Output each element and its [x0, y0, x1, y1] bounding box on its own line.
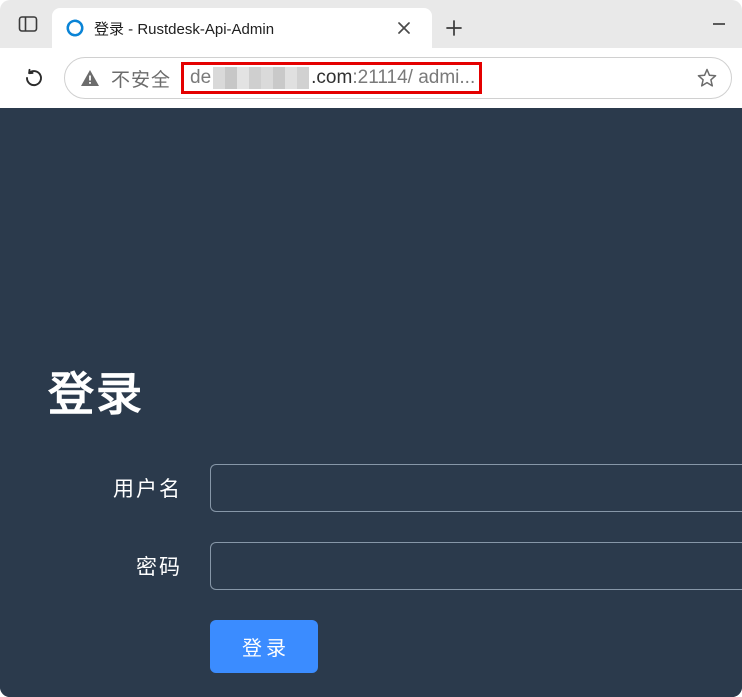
url-redacted-region [213, 67, 309, 89]
address-bar[interactable]: 不安全 de .com :21114 / admi... [64, 57, 732, 99]
not-secure-icon [79, 68, 101, 88]
url-port: :21114 [352, 67, 407, 89]
password-input[interactable] [210, 542, 742, 590]
url-prefix: de [190, 67, 211, 89]
browser-toolbar: 不安全 de .com :21114 / admi... [0, 48, 742, 108]
url-highlight-box: de .com :21114 / admi... [181, 62, 482, 94]
login-heading: 登录 [48, 358, 742, 424]
favorite-button[interactable] [691, 62, 723, 94]
new-tab-button[interactable] [432, 8, 476, 48]
close-icon [398, 22, 410, 34]
password-row: 密码 [0, 542, 742, 590]
login-panel: 登录 用户名 密码 登录 [0, 302, 742, 697]
tab-close-button[interactable] [390, 14, 418, 42]
browser-tab[interactable]: 登录 - Rustdesk-Api-Admin [52, 8, 432, 48]
window-controls [696, 0, 742, 48]
star-icon [696, 67, 718, 89]
url-path: / admi... [408, 67, 476, 89]
url-display: de .com :21114 / admi... [181, 62, 681, 94]
tab-actions-button[interactable] [6, 0, 50, 48]
username-input[interactable] [210, 464, 742, 512]
username-label: 用户名 [0, 473, 210, 503]
reload-button[interactable] [14, 58, 54, 98]
tab-title: 登录 - Rustdesk-Api-Admin [94, 18, 384, 39]
plus-icon [446, 20, 462, 36]
panels-icon [18, 14, 38, 34]
rustdesk-favicon-icon [66, 19, 84, 37]
not-secure-label: 不安全 [111, 65, 171, 92]
reload-icon [23, 67, 45, 89]
tab-strip: 登录 - Rustdesk-Api-Admin [0, 0, 742, 48]
username-row: 用户名 [0, 464, 742, 512]
minimize-icon [712, 17, 726, 31]
window-minimize-button[interactable] [696, 0, 742, 48]
login-button[interactable]: 登录 [210, 620, 318, 673]
url-host-suffix: .com [311, 67, 352, 89]
password-label: 密码 [0, 551, 210, 581]
page-viewport: 登录 用户名 密码 登录 [0, 108, 742, 697]
